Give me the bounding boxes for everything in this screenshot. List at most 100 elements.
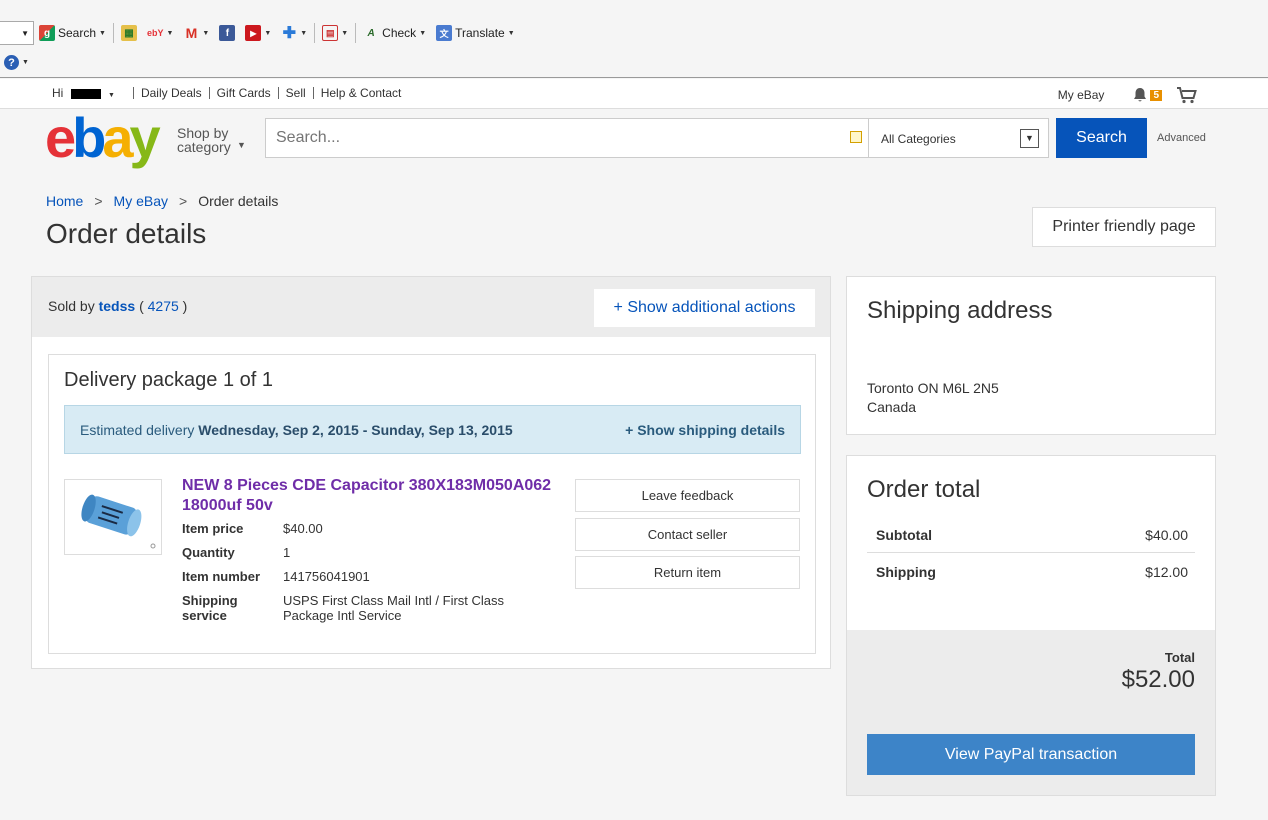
shop-by-category[interactable]: Shop by category ▼ xyxy=(177,125,246,155)
shop-by-label: Shop by xyxy=(177,125,229,141)
estimated-delivery-dates: Wednesday, Sep 2, 2015 - Sunday, Sep 13,… xyxy=(198,422,513,438)
shipping-address-title: Shipping address xyxy=(867,297,1053,324)
subtotal-label: Subtotal xyxy=(876,527,932,543)
toolbar-search-label: Search xyxy=(58,26,97,40)
gmail-icon: M xyxy=(185,25,198,41)
breadcrumb-separator: > xyxy=(94,193,103,209)
chevron-down-icon: ▼ xyxy=(419,29,427,37)
translate-icon: 文 xyxy=(436,25,453,41)
show-shipping-details-link[interactable]: + Show shipping details xyxy=(625,422,785,438)
my-ebay-link[interactable]: My eBay xyxy=(1058,88,1105,102)
search-input[interactable] xyxy=(266,119,868,157)
return-item-button[interactable]: Return item xyxy=(575,556,800,589)
estimated-delivery-banner: Estimated delivery Wednesday, Sep 2, 201… xyxy=(64,405,801,454)
notification-count: 5 xyxy=(1150,89,1162,101)
notifications-button[interactable]: 5 xyxy=(1132,87,1162,103)
package-title: Delivery package 1 of 1 xyxy=(64,369,274,391)
toolbar-facebook-button[interactable]: f xyxy=(214,21,240,45)
header-left-links: Hi ▼ Daily Deals Gift Cards Sell Help & … xyxy=(52,86,408,100)
chevron-down-icon: ▼ xyxy=(300,29,308,37)
bell-icon xyxy=(1134,88,1147,102)
toolbar-check-button[interactable]: A Check ▼ xyxy=(358,21,431,45)
ebay-logo[interactable]: ebay xyxy=(45,110,161,166)
subtotal-value: $40.00 xyxy=(1145,527,1188,543)
search-button[interactable]: Search xyxy=(1056,118,1147,158)
item-title-link[interactable]: NEW 8 Pieces CDE Capacitor 380X183M050A0… xyxy=(182,476,562,516)
estimated-delivery: Estimated delivery Wednesday, Sep 2, 201… xyxy=(80,422,513,438)
advanced-search-link[interactable]: Advanced xyxy=(1157,132,1206,144)
autocomplete-icon[interactable] xyxy=(850,131,862,143)
toolbar-translate-button[interactable]: 文 Translate ▼ xyxy=(431,21,520,45)
order-total-title: Order total xyxy=(867,476,981,503)
facebook-icon: f xyxy=(219,25,236,41)
toolbar-maps-button[interactable]: ▦ xyxy=(116,21,142,45)
breadcrumb-separator: > xyxy=(179,193,188,209)
toolbar-translate-label: Translate xyxy=(455,26,505,40)
daily-deals-link[interactable]: Daily Deals xyxy=(132,87,209,99)
toolbar-search-button[interactable]: g Search ▼ xyxy=(34,21,111,45)
ebay-icon: ebY xyxy=(146,28,164,38)
capacitor-image xyxy=(81,494,156,549)
page-title: Order details xyxy=(46,218,207,249)
browser-toolbar: ▼ g Search ▼ ▦ ebY ▼ M ▼ f ▶ ▼ ✚ ▼ ▤ ▼ A… xyxy=(0,0,1268,78)
seller-bar: Sold by tedss ( 4275 ) + Show additional… xyxy=(32,277,830,337)
delivery-package: Delivery package 1 of 1 Estimated delive… xyxy=(48,354,816,654)
spec-quantity: Quantity 1 xyxy=(182,545,523,560)
toolbar-gmail-button[interactable]: M ▼ xyxy=(178,21,214,45)
estimated-delivery-label: Estimated delivery xyxy=(80,422,195,438)
logo-letter-e: e xyxy=(45,106,76,169)
toolbar-divider xyxy=(314,23,316,43)
user-greeting[interactable]: Hi ▼ xyxy=(52,86,133,100)
chevron-down-icon: ▼ xyxy=(264,29,272,37)
sold-by: Sold by tedss ( 4275 ) xyxy=(48,298,187,314)
cart-icon[interactable] xyxy=(1176,86,1198,104)
total-amount: $52.00 xyxy=(1121,666,1195,693)
breadcrumb-my-ebay[interactable]: My eBay xyxy=(114,193,168,209)
chevron-down-icon: ▼ xyxy=(507,29,515,37)
spec-shipping-service: Shipping service USPS First Class Mail In… xyxy=(182,593,523,623)
leave-feedback-button[interactable]: Leave feedback xyxy=(575,479,800,512)
view-paypal-transaction-button[interactable]: View PayPal transaction xyxy=(867,734,1195,775)
help-contact-link[interactable]: Help & Contact xyxy=(312,87,409,99)
chevron-down-icon: ▼ xyxy=(99,29,106,37)
contact-seller-button[interactable]: Contact seller xyxy=(575,518,800,551)
feedback-paren-open: ( xyxy=(139,298,144,314)
toolbar-ebay-button[interactable]: ebY ▼ xyxy=(142,21,178,45)
category-label: category xyxy=(177,139,231,155)
breadcrumb-home[interactable]: Home xyxy=(46,193,83,209)
spec-label: Item number xyxy=(182,569,261,584)
spec-item-price: Item price $40.00 xyxy=(182,521,523,536)
toolbar-divider xyxy=(112,23,114,43)
toolbar-help-button[interactable]: ? ▼ xyxy=(4,55,29,70)
subtotal-row: Subtotal $40.00 xyxy=(867,516,1195,553)
address-line: Toronto ON M6L 2N5 xyxy=(867,380,999,396)
seller-name-link[interactable]: tedss xyxy=(99,298,136,314)
toolbar-divider xyxy=(355,23,357,43)
order-panel: Sold by tedss ( 4275 ) + Show additional… xyxy=(31,276,831,669)
google-icon: g xyxy=(39,25,55,41)
toolbar-pdf-button[interactable]: ▤ ▼ xyxy=(317,21,353,45)
toolbar-youtube-button[interactable]: ▶ ▼ xyxy=(240,21,276,45)
shipping-row: Shipping $12.00 xyxy=(867,553,1195,590)
toolbar-plus-button[interactable]: ✚ ▼ xyxy=(276,21,312,45)
shipping-address: Toronto ON M6L 2N5 Canada xyxy=(867,379,999,417)
toolbar-check-label: Check xyxy=(382,26,417,40)
gift-cards-link[interactable]: Gift Cards xyxy=(208,87,278,99)
breadcrumb-current: Order details xyxy=(198,193,279,209)
toolbar-dropdown[interactable]: ▼ xyxy=(0,21,34,45)
logo-letter-y: y xyxy=(129,106,161,169)
sell-link[interactable]: Sell xyxy=(277,87,313,99)
spellcheck-icon: A xyxy=(367,27,375,39)
spec-label: Item price xyxy=(182,521,244,536)
show-additional-actions-button[interactable]: + Show additional actions xyxy=(594,289,815,327)
chevron-down-icon: ▼ xyxy=(1020,129,1039,148)
breadcrumb: Home > My eBay > Order details xyxy=(46,193,278,209)
pdf-icon: ▤ xyxy=(322,25,339,41)
category-select[interactable]: All Categories ▼ xyxy=(869,118,1049,158)
item-thumbnail[interactable] xyxy=(64,479,162,555)
spec-value: 1 xyxy=(283,545,291,560)
spec-item-number: Item number 141756041901 xyxy=(182,569,523,584)
printer-friendly-button[interactable]: Printer friendly page xyxy=(1032,207,1216,247)
seller-feedback-link[interactable]: 4275 xyxy=(148,298,179,314)
chevron-down-icon: ▼ xyxy=(202,29,210,37)
